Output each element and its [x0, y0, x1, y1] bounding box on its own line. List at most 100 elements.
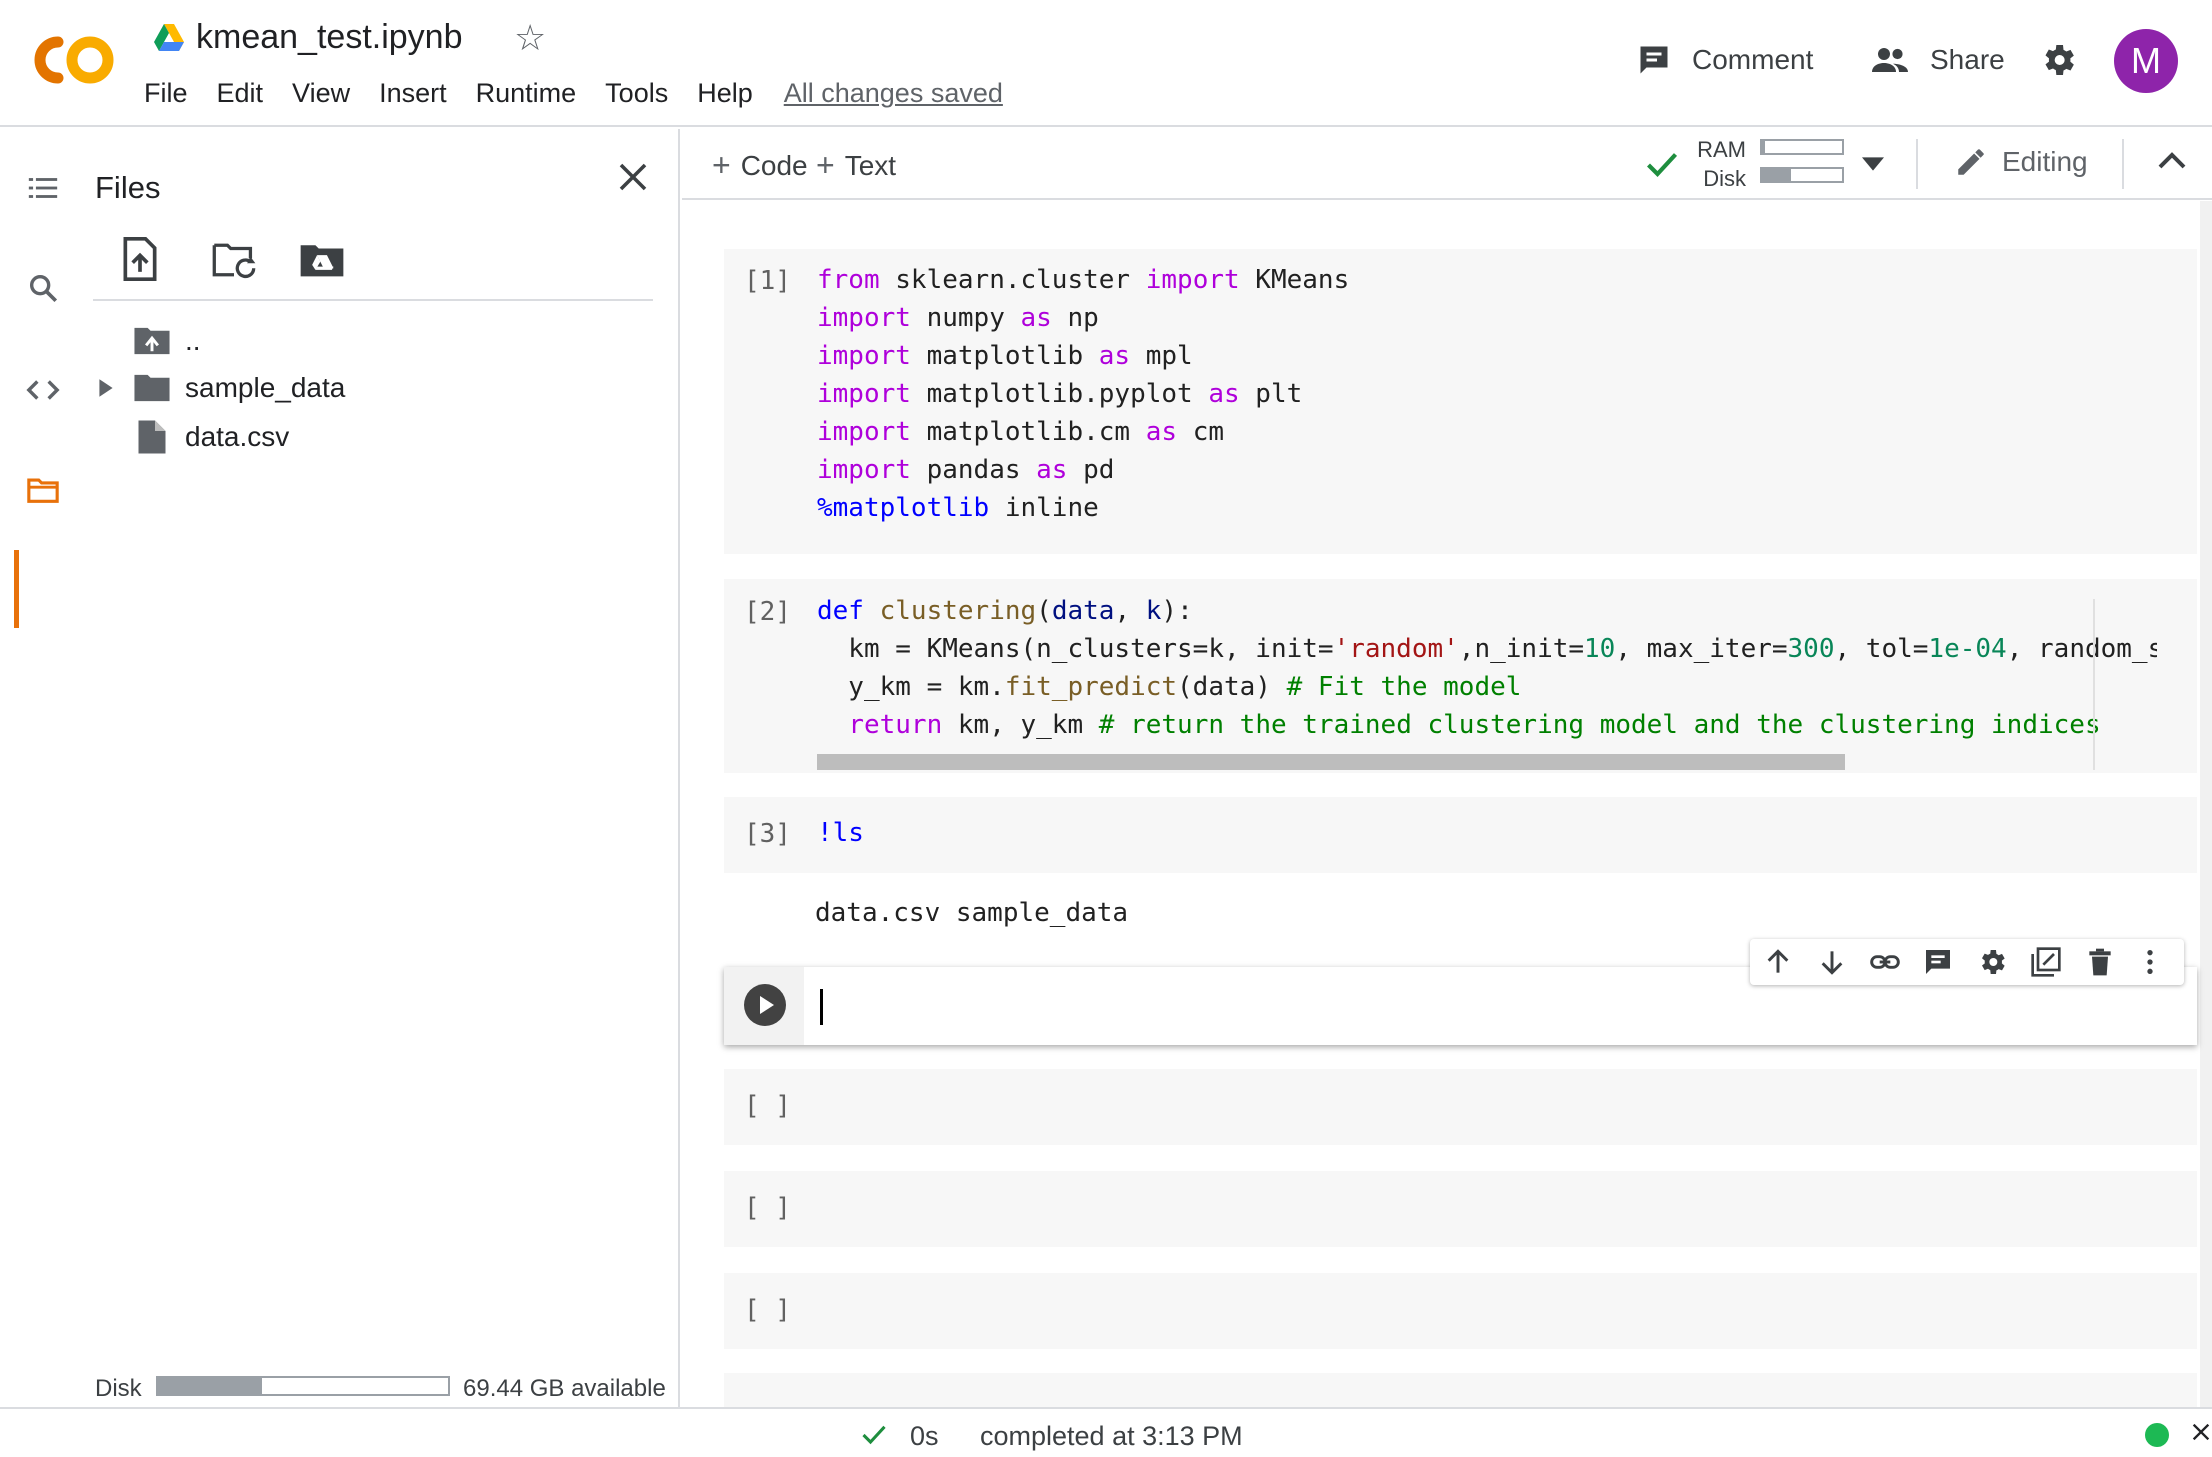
code-token: pd	[1067, 455, 1115, 485]
code-editor[interactable]: from sklearn.cluster import KMeans import…	[817, 261, 1349, 527]
code-snippets-icon[interactable]	[26, 373, 60, 407]
toolbar-separator	[2122, 139, 2124, 189]
code-line: km = KMeans(n_clusters=k, init='random',…	[817, 630, 2157, 668]
editing-mode-button[interactable]: Editing	[1954, 145, 2088, 179]
menu-help[interactable]: Help	[697, 78, 753, 109]
status-bar: 0s completed at 3:13 PM	[0, 1407, 2212, 1457]
vertical-scrollbar[interactable]	[2200, 201, 2212, 1407]
code-line: import numpy as np	[817, 299, 1349, 337]
add-comment-button[interactable]	[1922, 946, 1954, 983]
mount-drive-icon	[300, 245, 344, 277]
code-token: KMeans	[1239, 265, 1350, 295]
code-cell[interactable]: [3] !ls	[724, 797, 2197, 873]
ruler-line	[2093, 599, 2095, 770]
expand-arrow-icon[interactable]	[95, 377, 117, 399]
folder-icon	[134, 374, 170, 402]
close-icon[interactable]	[2190, 1421, 2212, 1443]
code-token: as	[1098, 341, 1131, 371]
user-avatar[interactable]: M	[2114, 29, 2178, 93]
cell-settings-button[interactable]	[1976, 946, 2008, 983]
menu-file[interactable]: File	[144, 78, 188, 109]
copy-link-button[interactable]	[1868, 946, 1902, 983]
cell-prompt: [2]	[744, 597, 791, 627]
run-cell-button[interactable]	[744, 984, 786, 1026]
cell-prompt: [ ]	[744, 1295, 791, 1325]
code-token: %matplotlib	[817, 493, 990, 523]
tree-item-parent[interactable]: ..	[133, 325, 201, 357]
refresh-button[interactable]	[211, 241, 257, 284]
code-token: fit_predict	[1004, 672, 1178, 702]
code-token: 300	[1787, 634, 1835, 664]
settings-gear-icon[interactable]	[2038, 40, 2078, 80]
mirror-cell-icon	[2031, 947, 2061, 977]
notebook-toolbar: + Code + Text RAM Disk Editing	[682, 129, 2212, 200]
chevron-up-icon[interactable]	[2158, 151, 2186, 171]
disk-available-text: 69.44 GB available	[463, 1375, 666, 1402]
code-editor[interactable]: !ls	[817, 814, 864, 852]
code-token: import	[817, 417, 911, 447]
share-button[interactable]: Share	[1870, 42, 2005, 78]
star-icon[interactable]: ☆	[514, 18, 546, 58]
chevron-down-icon[interactable]	[1862, 157, 1884, 171]
delete-cell-button[interactable]	[2084, 946, 2116, 983]
empty-code-cell[interactable]: [ ]	[724, 1273, 2197, 1349]
folder-icon[interactable]	[26, 473, 60, 507]
ram-usage-bar[interactable]	[1760, 139, 1844, 155]
code-line: import matplotlib.cm as cm	[817, 413, 1349, 451]
mirror-cell-button[interactable]	[2030, 946, 2062, 983]
tree-item-data-csv[interactable]: data.csv	[137, 419, 289, 455]
empty-code-cell[interactable]: [ ]	[724, 1171, 2197, 1247]
code-token: np	[1051, 303, 1099, 333]
menu-runtime[interactable]: Runtime	[476, 78, 577, 109]
colab-logo-icon[interactable]	[28, 32, 116, 88]
code-cell[interactable]: [1] from sklearn.cluster import KMeans im…	[724, 249, 2197, 554]
cell-prompt: [1]	[744, 266, 791, 296]
code-token: (data)	[1177, 672, 1287, 702]
horizontal-scrollbar[interactable]	[817, 754, 1845, 770]
add-code-button[interactable]: + Code	[712, 147, 808, 184]
notebook-cells: [1] from sklearn.cluster import KMeans im…	[682, 201, 2212, 1407]
search-icon[interactable]	[26, 271, 60, 305]
more-options-button[interactable]	[2134, 946, 2166, 983]
code-token: !ls	[817, 818, 864, 848]
comment-button[interactable]: Comment	[1636, 42, 1813, 78]
code-token: as	[1145, 417, 1178, 447]
connected-check-icon	[1647, 153, 1678, 178]
toc-icon[interactable]	[26, 171, 60, 205]
code-editor[interactable]: def clustering(data, k): km = KMeans(n_c…	[817, 592, 2157, 744]
play-icon	[760, 996, 774, 1014]
empty-code-cell[interactable]: [ ]	[724, 1069, 2197, 1145]
resource-labels[interactable]: RAM Disk	[1692, 135, 1746, 193]
menu-edit[interactable]: Edit	[217, 78, 264, 109]
code-token: as	[1020, 303, 1052, 333]
upload-file-button[interactable]	[121, 237, 159, 286]
active-rail-indicator	[14, 550, 19, 628]
add-text-label: Text	[844, 149, 897, 181]
move-up-button[interactable]	[1762, 946, 1794, 983]
execution-check-icon	[862, 1425, 886, 1445]
tree-item-sample-data[interactable]: sample_data	[85, 372, 345, 404]
add-text-button[interactable]: + Text	[816, 147, 896, 184]
code-cell[interactable]: [2] def clustering(data, k): km = KMeans…	[724, 579, 2197, 773]
close-icon[interactable]	[615, 159, 651, 195]
menu-tools[interactable]: Tools	[605, 78, 668, 109]
menu-view[interactable]: View	[292, 78, 350, 109]
move-down-button[interactable]	[1816, 946, 1848, 983]
menu-insert[interactable]: Insert	[379, 78, 447, 109]
delete-icon	[2089, 948, 2111, 976]
code-token: matplotlib	[910, 341, 1099, 371]
menu-bar: File Edit View Insert Runtime Tools Help…	[144, 78, 1003, 109]
empty-code-cell[interactable]	[724, 1373, 2197, 1407]
code-token: 1e-04	[1928, 634, 2007, 664]
more-icon	[2147, 950, 2153, 974]
notebook-title[interactable]: kmean_test.ipynb	[196, 18, 463, 57]
code-token: plt	[1239, 379, 1303, 409]
code-line: def clustering(data, k):	[817, 592, 2157, 630]
code-token: km, y_km	[942, 710, 1099, 740]
disk-usage-bar[interactable]	[1760, 167, 1844, 183]
saved-status-link[interactable]: All changes saved	[784, 78, 1003, 109]
mount-drive-button[interactable]	[299, 241, 345, 284]
code-line: from sklearn.cluster import KMeans	[817, 261, 1349, 299]
tree-item-label: sample_data	[185, 372, 346, 403]
